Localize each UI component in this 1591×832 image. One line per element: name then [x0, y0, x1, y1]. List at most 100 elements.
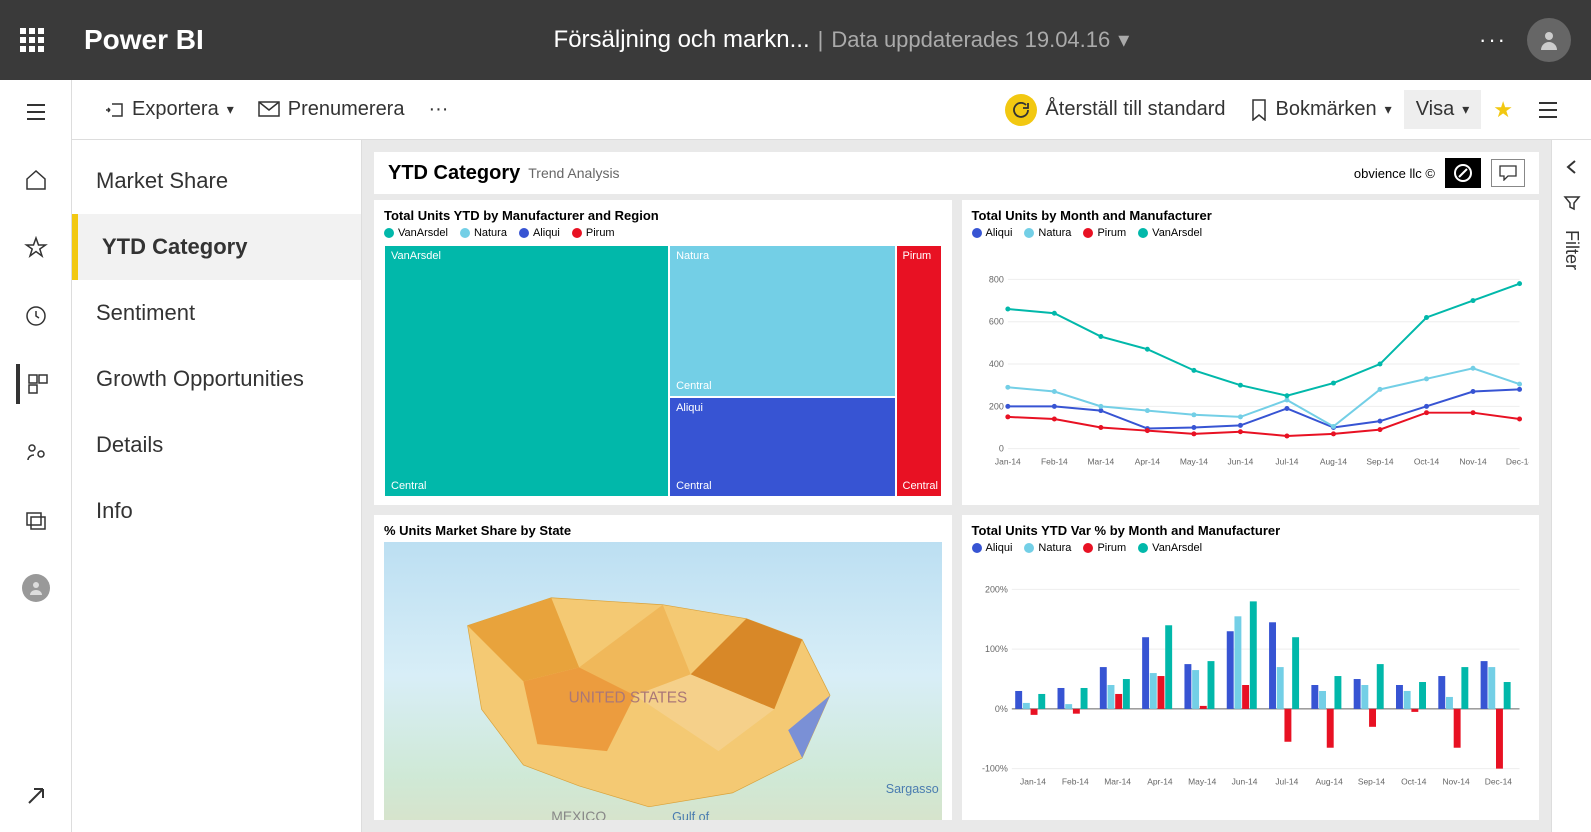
- svg-text:Jun-14: Jun-14: [1227, 457, 1253, 467]
- reset-button[interactable]: Återställ till standard: [993, 86, 1237, 134]
- treemap-cell-label: VanArsdel: [391, 250, 441, 262]
- svg-text:Jul-14: Jul-14: [1275, 777, 1298, 787]
- hamburger-icon[interactable]: [16, 92, 56, 132]
- global-header: Power BI Försäljning och markn... | Data…: [0, 0, 1591, 80]
- svg-text:Mar-14: Mar-14: [1087, 457, 1114, 467]
- workspaces-icon[interactable]: [16, 500, 56, 540]
- legend: Aliqui Natura Pirum VanArsdel: [972, 227, 1530, 239]
- subscribe-label: Prenumerera: [288, 98, 405, 121]
- treemap-region-label: Central: [903, 480, 938, 492]
- svg-text:Apr-14: Apr-14: [1147, 777, 1173, 787]
- envelope-icon: [258, 101, 280, 119]
- filter-pane-collapsed[interactable]: Filter: [1551, 140, 1591, 832]
- svg-text:Jun-14: Jun-14: [1231, 777, 1257, 787]
- svg-text:200: 200: [988, 401, 1003, 411]
- visual-title: Total Units YTD Var % by Month and Manuf…: [972, 523, 1530, 538]
- visual-title: Total Units by Month and Manufacturer: [972, 208, 1530, 223]
- page-title: YTD Category: [388, 162, 520, 185]
- page-tab-details[interactable]: Details: [72, 412, 361, 478]
- favorite-star-button[interactable]: ★: [1481, 89, 1525, 131]
- filter-label: Filter: [1561, 230, 1582, 270]
- legend-label: VanArsdel: [398, 227, 448, 239]
- report-header-bar: YTD Category Trend Analysis obvience llc…: [374, 152, 1539, 194]
- treemap-cell-label: Natura: [676, 250, 709, 262]
- export-button[interactable]: Exportera ▾: [92, 90, 246, 129]
- svg-text:100%: 100%: [984, 644, 1007, 654]
- map-visual[interactable]: % Units Market Share by State UNITED STA…: [374, 515, 952, 820]
- company-logo-icon: [1445, 158, 1481, 188]
- view-button[interactable]: Visa ▾: [1404, 90, 1482, 129]
- chevron-down-icon[interactable]: ▾: [1118, 27, 1129, 53]
- map-country-label: UNITED STATES: [569, 689, 688, 706]
- copyright-label: obvience llc ©: [1354, 166, 1435, 181]
- my-workspace-avatar-icon[interactable]: [16, 568, 56, 608]
- subscribe-button[interactable]: Prenumerera: [246, 90, 417, 129]
- apps-icon[interactable]: [16, 364, 56, 404]
- legend: VanArsdel Natura Aliqui Pirum: [384, 227, 942, 239]
- map-mexico-label: MEXICO: [551, 808, 606, 820]
- report-canvas: YTD Category Trend Analysis obvience llc…: [362, 140, 1551, 832]
- legend: Aliqui Natura Pirum VanArsdel: [972, 542, 1530, 554]
- app-name: Power BI: [84, 24, 204, 56]
- bookmarks-button[interactable]: Bokmärken ▾: [1238, 90, 1404, 129]
- chevron-left-icon[interactable]: [1563, 158, 1581, 176]
- svg-text:Dec-14: Dec-14: [1484, 777, 1512, 787]
- svg-text:Aug-14: Aug-14: [1315, 777, 1343, 787]
- legend-label: Natura: [474, 227, 507, 239]
- chevron-down-icon: ▾: [227, 101, 234, 118]
- line-chart-visual[interactable]: Total Units by Month and Manufacturer Al…: [962, 200, 1540, 505]
- page-tab-market-share[interactable]: Market Share: [72, 148, 361, 214]
- favorites-star-icon[interactable]: [16, 228, 56, 268]
- bar-chart-area: -100%0%100%200%Jan-14Feb-14Mar-14Apr-14M…: [972, 560, 1530, 812]
- comment-icon[interactable]: [1491, 159, 1525, 187]
- map-gulf-label: Gulf of: [672, 810, 709, 820]
- visual-title: % Units Market Share by State: [384, 523, 942, 538]
- report-title: Försäljning och markn...: [554, 26, 810, 54]
- bar-chart-visual[interactable]: Total Units YTD Var % by Month and Manuf…: [962, 515, 1540, 820]
- svg-text:Dec-14: Dec-14: [1505, 457, 1529, 467]
- page-tab-growth[interactable]: Growth Opportunities: [72, 346, 361, 412]
- page-tab-info[interactable]: Info: [72, 478, 361, 544]
- svg-text:May-14: May-14: [1188, 777, 1216, 787]
- header-separator: |: [818, 27, 824, 53]
- svg-text:Jan-14: Jan-14: [1020, 777, 1046, 787]
- svg-text:Feb-14: Feb-14: [1061, 777, 1088, 787]
- reset-label: Återställ till standard: [1045, 98, 1225, 121]
- legend-label: Pirum: [586, 227, 615, 239]
- legend-label: Pirum: [1097, 542, 1126, 554]
- map-area: UNITED STATES MEXICO Gulf of Mexico CUBA…: [384, 542, 942, 820]
- page-tab-ytd-category[interactable]: YTD Category: [72, 214, 361, 280]
- export-icon: [104, 100, 124, 120]
- treemap-region-label: Central: [676, 480, 711, 492]
- recent-clock-icon[interactable]: [16, 296, 56, 336]
- treemap-visual[interactable]: Total Units YTD by Manufacturer and Regi…: [374, 200, 952, 505]
- chevron-down-icon: ▾: [1462, 101, 1469, 118]
- svg-text:400: 400: [988, 359, 1003, 369]
- nav-rail: [0, 80, 72, 832]
- svg-text:Jan-14: Jan-14: [994, 457, 1020, 467]
- expand-arrow-icon[interactable]: [16, 776, 56, 816]
- more-actions-icon[interactable]: ···: [416, 90, 460, 129]
- bookmarks-label: Bokmärken: [1276, 98, 1377, 121]
- bookmark-icon: [1250, 99, 1268, 121]
- person-icon: [1537, 28, 1561, 52]
- shared-icon[interactable]: [16, 432, 56, 472]
- svg-text:Oct-14: Oct-14: [1401, 777, 1427, 787]
- legend-label: VanArsdel: [1152, 227, 1202, 239]
- page-subtitle: Trend Analysis: [528, 165, 619, 181]
- home-icon[interactable]: [16, 160, 56, 200]
- map-sea-label: Sargasso: [886, 782, 939, 796]
- svg-text:Jul-14: Jul-14: [1275, 457, 1298, 467]
- more-options-icon[interactable]: ···: [1479, 27, 1507, 53]
- svg-text:Sep-14: Sep-14: [1366, 457, 1394, 467]
- svg-text:0%: 0%: [994, 704, 1007, 714]
- user-avatar[interactable]: [1527, 18, 1571, 62]
- app-launcher-icon[interactable]: [20, 28, 44, 52]
- svg-text:Oct-14: Oct-14: [1413, 457, 1439, 467]
- filter-icon: [1563, 194, 1581, 212]
- export-label: Exportera: [132, 98, 219, 121]
- list-view-icon[interactable]: [1525, 93, 1571, 127]
- svg-text:-100%: -100%: [981, 764, 1007, 774]
- svg-text:Aug-14: Aug-14: [1319, 457, 1347, 467]
- page-tab-sentiment[interactable]: Sentiment: [72, 280, 361, 346]
